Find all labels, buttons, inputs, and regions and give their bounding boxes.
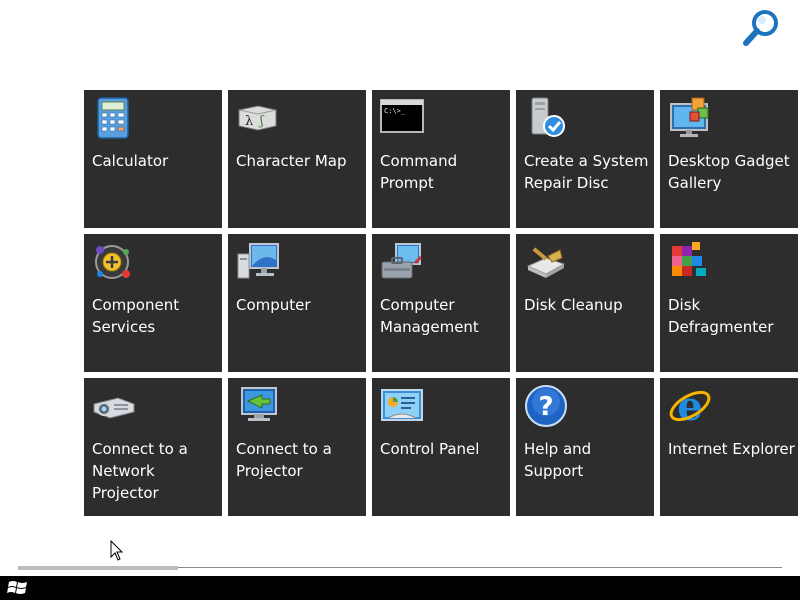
svg-text:C:\>_: C:\>_ <box>384 107 406 115</box>
gadget-gallery-icon <box>670 97 709 137</box>
start-button[interactable] <box>6 578 30 598</box>
projector-icon <box>241 387 277 421</box>
tile-label: Disk Cleanup <box>524 296 623 314</box>
tile-network-projector[interactable]: Connect to a Network Projector <box>84 378 222 516</box>
tile-label: Computer Management <box>380 296 479 336</box>
tile-label: Command Prompt <box>380 152 458 192</box>
tile-label: Control Panel <box>380 440 480 458</box>
tile-computer-management[interactable]: Computer Management <box>372 234 510 372</box>
svg-text:e: e <box>677 384 702 428</box>
tile-label: Internet Explorer <box>668 440 795 458</box>
character-map-icon: λʃ <box>238 105 277 131</box>
tile-component-services[interactable]: Component Services <box>84 234 222 372</box>
tile-label: Component Services <box>92 296 180 336</box>
tile-help[interactable]: ? Help and Support <box>516 378 654 516</box>
tile-label: Connect to a Network Projector <box>92 440 188 502</box>
tile-disk-defragmenter[interactable]: Disk Defragmenter <box>660 234 798 372</box>
tile-calculator[interactable]: Calculator <box>84 90 222 228</box>
tile-internet-explorer[interactable]: e Internet Explorer <box>660 378 798 516</box>
taskbar <box>0 576 800 600</box>
disk-cleanup-icon <box>526 247 566 278</box>
tile-character-map[interactable]: λ ʃ Character Map <box>228 90 366 228</box>
start-screen: Calculator λ ʃ Character Map C:\>_ Command Pr… <box>0 0 800 600</box>
horizontal-scrollbar[interactable] <box>18 566 782 570</box>
network-projector-icon <box>93 397 135 419</box>
disk-defragmenter-icon <box>672 242 706 276</box>
command-prompt-icon: C:\>_ <box>380 99 424 133</box>
tile-label: Computer <box>236 296 311 314</box>
tile-label: Create a System Repair Disc <box>524 152 649 192</box>
app-tile-grid: Calculator λ ʃ Character Map C:\>_ Command Pr… <box>84 90 800 516</box>
tile-command-prompt[interactable]: C:\>_ Command Prompt <box>372 90 510 228</box>
scrollbar-thumb[interactable] <box>18 566 178 570</box>
repair-disc-icon <box>531 97 565 137</box>
tile-disk-cleanup[interactable]: Disk Cleanup <box>516 234 654 372</box>
help-icon: ? <box>525 385 567 427</box>
search-button[interactable] <box>740 6 784 50</box>
tile-repair-disc[interactable]: Create a System Repair Disc <box>516 90 654 228</box>
tile-label: Connect to a Projector <box>236 440 332 480</box>
computer-management-icon <box>381 243 422 279</box>
tile-label: Calculator <box>92 152 169 170</box>
tile-computer[interactable]: Computer <box>228 234 366 372</box>
svg-text:?: ? <box>538 392 553 422</box>
component-services-icon <box>95 245 130 279</box>
svg-text:λ: λ <box>245 114 253 129</box>
control-panel-icon <box>381 389 423 421</box>
tile-label: Desktop Gadget Gallery <box>668 152 790 192</box>
tile-gadget-gallery[interactable]: Desktop Gadget Gallery <box>660 90 798 228</box>
computer-icon <box>237 243 279 279</box>
tile-projector[interactable]: Connect to a Projector <box>228 378 366 516</box>
tile-label: Disk Defragmenter <box>668 296 774 336</box>
calculator-icon <box>97 97 129 139</box>
mouse-cursor-icon <box>110 540 124 561</box>
tile-label: Help and Support <box>524 440 592 480</box>
tile-label: Character Map <box>236 152 347 170</box>
tile-control-panel[interactable]: Control Panel <box>372 378 510 516</box>
windows-logo-icon <box>7 581 27 594</box>
internet-explorer-icon: e <box>669 384 711 428</box>
search-icon <box>743 10 778 46</box>
